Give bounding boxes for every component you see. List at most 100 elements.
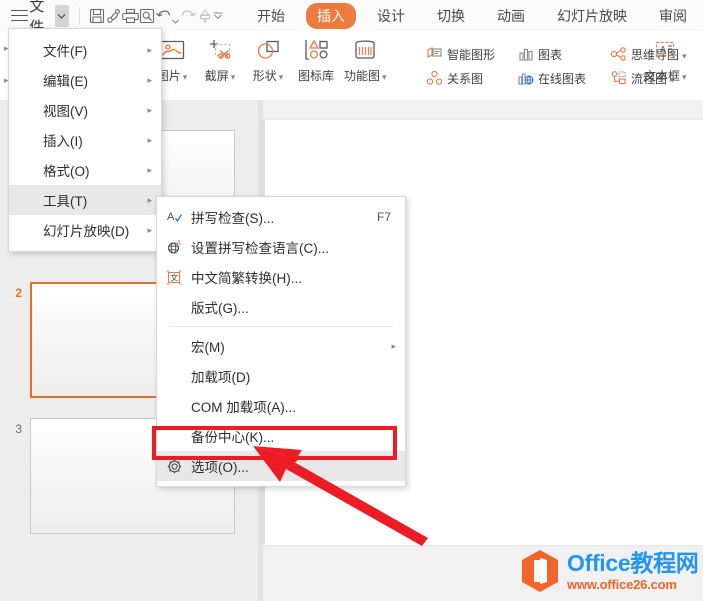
menu-label-insert: 插入(I) (43, 134, 83, 149)
svg-text:文: 文 (170, 272, 178, 282)
ribbon-button-relation-chart[interactable]: 关系图 (420, 66, 499, 90)
submenu-separator (169, 326, 393, 327)
quick-access-more-icon[interactable] (213, 4, 223, 28)
tab-qiehuan[interactable]: 切换 (426, 3, 476, 29)
submenu-label-spellcheck: 拼写检查(S)... (191, 211, 275, 226)
svg-text:A: A (176, 240, 181, 247)
submenu-item-chinese-convert[interactable]: 文 中文简繁转换(H)... (157, 262, 405, 292)
tab-donghua[interactable]: 动画 (486, 3, 536, 29)
ribbon-label-textbox: 文本框 ▾ (644, 69, 687, 83)
submenu-label-layout: 版式(G)... (191, 301, 249, 316)
ribbon-label-screenshot: 截屏 ▾ (204, 69, 236, 83)
format-painter-icon[interactable] (197, 4, 213, 28)
ribbon-button-function-chart[interactable]: 功能图 ▾ (340, 34, 391, 85)
submenu-arrow-icon: ▸ (147, 164, 152, 175)
submenu-item-options[interactable]: 选项(O)... (157, 451, 405, 481)
slide-number-2: 2 (15, 286, 22, 300)
chevron-down-icon (57, 13, 66, 19)
tab-charu[interactable]: 插入 (305, 2, 356, 29)
function-chart-icon (350, 35, 380, 65)
submenu-item-spellcheck-language[interactable]: A 设置拼写检查语言(C)... (157, 232, 405, 262)
submenu-label-com-addin: COM 加载项(A)... (191, 400, 296, 415)
menu-label-format: 格式(O) (43, 164, 90, 179)
submenu-label-macro: 宏(M) (191, 340, 225, 355)
ribbon-group-textbox: A 文本框 ▾ (640, 34, 691, 85)
mindmap-icon (608, 44, 628, 64)
ribbon-label-function-chart: 功能图 ▾ (344, 69, 387, 83)
submenu-item-backup-center[interactable]: 备份中心(K)... (157, 421, 405, 451)
submenu-arrow-icon: ▸ (147, 194, 152, 205)
ribbon-button-textbox[interactable]: A 文本框 ▾ (640, 34, 691, 85)
ribbon-button-online-chart[interactable]: 在线图表 (511, 66, 590, 90)
ribbon-label-online-chart: 在线图表 (538, 71, 587, 86)
menu-item-edit[interactable]: 编辑(E) ▸ (9, 65, 161, 95)
submenu-arrow-icon: ▸ (147, 134, 152, 145)
gear-icon (157, 458, 191, 475)
menu-item-slideshow[interactable]: 幻灯片放映(D) ▸ (9, 215, 161, 245)
undo-dropdown-icon[interactable] (172, 0, 180, 31)
submenu-shortcut-spellcheck: F7 (376, 210, 391, 224)
ribbon-col-smartart: 智能图形 关系图 (420, 35, 499, 97)
menu-item-format[interactable]: 格式(O) ▸ (9, 155, 161, 185)
textbox-icon: A (650, 35, 680, 65)
office-logo-icon (520, 549, 560, 593)
shapes-icon (253, 35, 283, 65)
tab-huandengpianfangying[interactable]: 幻灯片放映 (546, 3, 638, 29)
ribbon-label-smartart: 智能图形 (447, 47, 496, 62)
main-menu-icon[interactable] (10, 9, 28, 23)
tab-sheji[interactable]: 设计 (366, 3, 416, 29)
menu-item-tools[interactable]: 工具(T) ▸ (9, 185, 161, 215)
ribbon-label-shapes: 形状 ▾ (252, 69, 284, 83)
ribbon-label-relation-chart: 关系图 (447, 71, 484, 86)
submenu-label-backup-center: 备份中心(K)... (191, 430, 275, 445)
watermark: Office教程网 www.office26.com (520, 549, 699, 593)
svg-text:A: A (660, 45, 666, 55)
ribbon-button-screenshot[interactable]: 截屏 ▾ (196, 34, 244, 85)
share-icon[interactable] (105, 4, 121, 28)
ribbon-col-chart: 图表 在线图表 (511, 35, 590, 97)
chinese-convert-icon: 文 (157, 269, 191, 286)
menu-item-insert[interactable]: 插入(I) ▸ (9, 125, 161, 155)
wps-presentation-window: 文件 开始 插入 设计 切换 动画 幻灯片放映 审阅 ▸ ▸ 图片 ▾ 截屏 ▾… (0, 0, 703, 601)
menu-item-file[interactable]: 文件(F) ▸ (9, 35, 161, 65)
tab-shenyue[interactable]: 审阅 (648, 3, 698, 29)
ribbon-button-smartart[interactable]: 智能图形 (420, 42, 499, 66)
online-chart-icon (515, 68, 535, 88)
submenu-item-addin[interactable]: 加载项(D) (157, 361, 405, 391)
submenu-item-layout[interactable]: 版式(G)... (157, 292, 405, 322)
menu-label-tools: 工具(T) (43, 194, 88, 209)
submenu-item-com-addin[interactable]: COM 加载项(A)... (157, 391, 405, 421)
ribbon-button-icon-library[interactable]: 图标库 (292, 34, 340, 85)
ribbon-label-chart: 图表 (538, 47, 563, 62)
smartart-icon (424, 44, 444, 64)
tools-submenu[interactable]: A 拼写检查(S)... F7 A 设置拼写检查语言(C)... 文 中文简繁转… (156, 196, 406, 487)
watermark-url: www.office26.com (567, 576, 677, 592)
ribbon-button-chart[interactable]: 图表 (511, 42, 590, 66)
submenu-label-chinese-convert: 中文简繁转换(H)... (191, 271, 302, 286)
submenu-item-macro[interactable]: 宏(M) ▸ (157, 331, 405, 361)
slide-number-3: 3 (15, 422, 22, 436)
menu-item-view[interactable]: 视图(V) ▸ (9, 95, 161, 125)
print-icon[interactable] (122, 4, 139, 28)
spellcheck-icon: A (157, 209, 191, 225)
submenu-arrow-icon: ▸ (147, 224, 152, 235)
save-icon[interactable] (89, 4, 105, 28)
file-menu-dropdown-button[interactable] (54, 4, 70, 27)
watermark-text: Office教程网 www.office26.com (567, 551, 699, 592)
submenu-label-spellcheck-language: 设置拼写检查语言(C)... (191, 241, 329, 256)
submenu-arrow-icon: ▸ (391, 340, 396, 351)
print-preview-icon[interactable] (139, 4, 155, 28)
undo-icon[interactable] (155, 4, 172, 28)
menu-label-edit: 编辑(E) (43, 74, 88, 89)
ribbon-button-shapes[interactable]: 形状 ▾ (244, 34, 292, 85)
redo-icon[interactable] (180, 4, 197, 28)
menu-label-view: 视图(V) (43, 104, 88, 119)
relation-chart-icon (424, 68, 444, 88)
tab-kaishi[interactable]: 开始 (246, 3, 296, 29)
ribbon-group-insert: 图片 ▾ 截屏 ▾ 形状 ▾ 图标库 功能图 ▾ (148, 34, 391, 85)
submenu-arrow-icon: ▸ (147, 44, 152, 55)
screenshot-icon (205, 35, 235, 65)
submenu-item-spellcheck[interactable]: A 拼写检查(S)... F7 (157, 202, 405, 232)
file-dropdown-menu[interactable]: 文件(F) ▸ 编辑(E) ▸ 视图(V) ▸ 插入(I) ▸ 格式(O) ▸ … (8, 28, 162, 252)
submenu-arrow-icon: ▸ (147, 74, 152, 85)
